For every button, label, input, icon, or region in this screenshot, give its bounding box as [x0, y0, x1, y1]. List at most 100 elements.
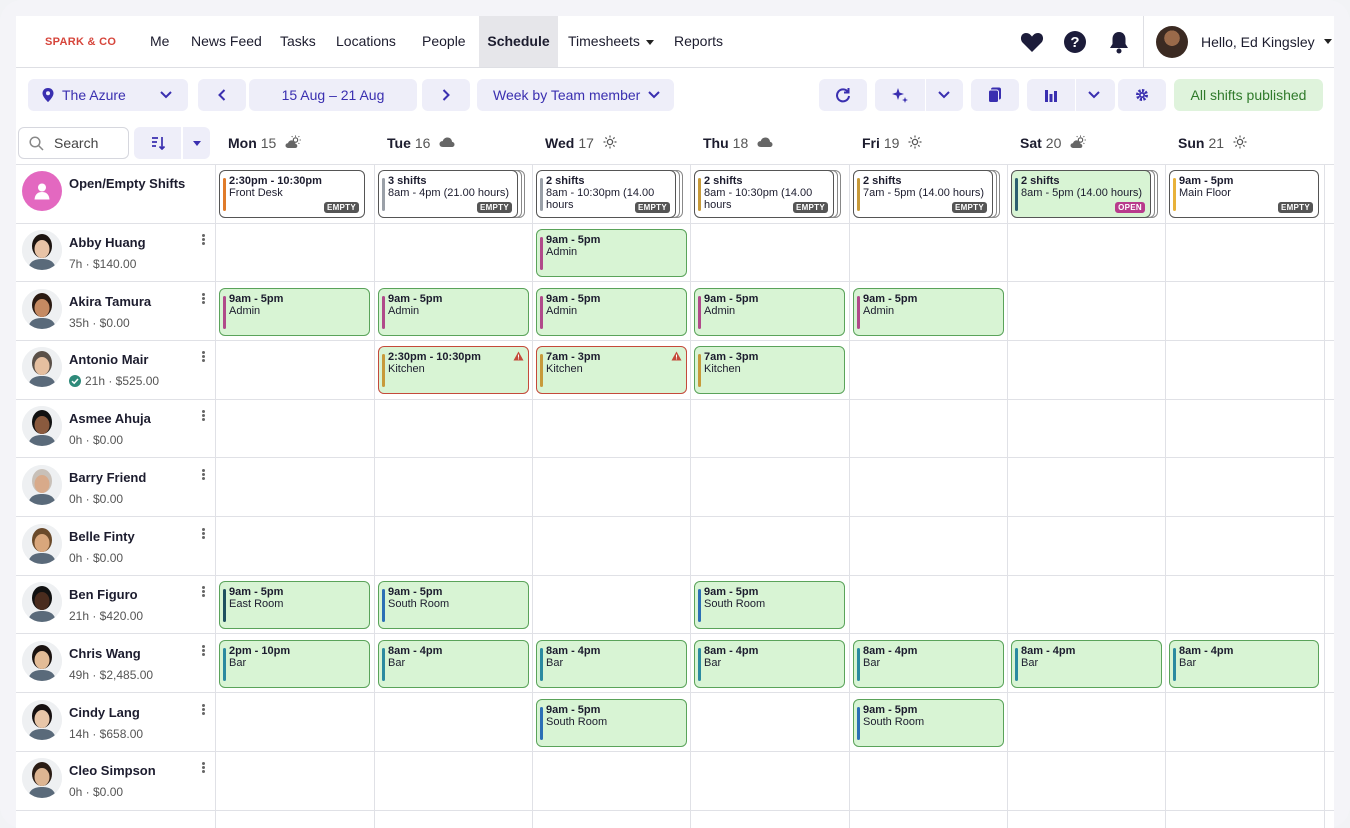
open-shift-card[interactable]: 2 shifts 8am - 10:30pm (14.00 hours EMPTY [536, 170, 676, 218]
date-range[interactable]: 15 Aug – 21 Aug [249, 79, 417, 111]
more-options-icon[interactable] [198, 761, 208, 777]
shift-card[interactable]: 9am - 5pm Admin [694, 288, 845, 336]
more-options-icon[interactable] [198, 527, 208, 543]
stats-button[interactable] [1027, 79, 1115, 111]
shift-time: 7am - 3pm [704, 351, 759, 363]
shift-card[interactable]: 8am - 4pm Bar [1169, 640, 1319, 688]
shift-card[interactable]: 9am - 5pm Admin [536, 229, 687, 277]
open-shift-card[interactable]: 2 shifts 8am - 5pm (14.00 hours) OPEN [1011, 170, 1151, 218]
shift-card[interactable]: 9am - 5pm South Room [378, 581, 529, 629]
shift-card[interactable]: 9am - 5pm South Room [694, 581, 845, 629]
warning-icon[interactable] [671, 351, 682, 364]
shift-card[interactable]: 9am - 5pm Admin [536, 288, 687, 336]
more-options-icon[interactable] [198, 585, 208, 601]
publish-status-badge[interactable]: All shifts published [1174, 79, 1323, 111]
nav-schedule[interactable]: Schedule [479, 16, 558, 67]
nav-news-feed[interactable]: News Feed [181, 16, 272, 67]
grid-line [1165, 164, 1166, 828]
day-header-fri[interactable]: Fri 19 [862, 128, 922, 158]
auto-schedule-button[interactable] [875, 79, 963, 111]
shift-card[interactable]: 9am - 5pm Admin [378, 288, 529, 336]
shift-card[interactable]: 9am - 5pm South Room [853, 699, 1004, 747]
shift-time: 9am - 5pm [704, 293, 759, 305]
sort-options-button[interactable] [183, 127, 210, 159]
more-options-icon[interactable] [198, 233, 208, 249]
nav-tasks[interactable]: Tasks [270, 16, 326, 67]
more-options-icon[interactable] [198, 468, 208, 484]
member-name: Abby Huang [69, 235, 146, 250]
prev-week-button[interactable] [198, 79, 246, 111]
chevron-down-icon [1323, 39, 1332, 44]
team-member-row[interactable]: Barry Friend 0h · $0.00 [16, 458, 215, 516]
day-header-sun[interactable]: Sun 21 [1178, 128, 1247, 158]
warning-icon[interactable] [513, 351, 524, 364]
shift-time: 9am - 5pm [229, 293, 284, 305]
team-member-row[interactable]: Cleo Simpson 0h · $0.00 [16, 751, 215, 809]
more-options-icon[interactable] [198, 409, 208, 425]
open-shift-card[interactable]: 9am - 5pm Main Floor EMPTY [1169, 170, 1319, 218]
chevron-down-icon [192, 140, 201, 146]
avatar [22, 406, 62, 446]
open-shift-card[interactable]: 3 shifts 8am - 4pm (21.00 hours) EMPTY [378, 170, 518, 218]
heart-icon[interactable] [1019, 30, 1045, 54]
settings-button[interactable] [1118, 79, 1166, 111]
team-member-row[interactable]: Belle Finty 0h · $0.00 [16, 517, 215, 575]
sort-button[interactable] [134, 127, 181, 159]
team-member-row[interactable]: Chris Wang 49h · $2,485.00 [16, 634, 215, 692]
next-week-button[interactable] [422, 79, 470, 111]
more-options-icon[interactable] [198, 350, 208, 366]
shift-card[interactable]: 9am - 5pm Admin [853, 288, 1004, 336]
nav-me[interactable]: Me [140, 16, 179, 67]
member-hours-cost: 35h · $0.00 [69, 316, 130, 330]
more-options-icon[interactable] [198, 703, 208, 719]
team-member-row[interactable]: Asmee Ahuja 0h · $0.00 [16, 399, 215, 457]
user-menu[interactable]: Hello, Ed Kingsley [1143, 16, 1332, 67]
shift-card[interactable]: 8am - 4pm Bar [378, 640, 529, 688]
day-header-mon[interactable]: Mon 15 [228, 128, 302, 158]
team-member-row[interactable]: Abby Huang 7h · $140.00 [16, 223, 215, 281]
bell-icon[interactable] [1106, 30, 1132, 54]
more-options-icon[interactable] [198, 292, 208, 308]
team-member-row[interactable]: Antonio Mair 21h · $525.00 [16, 340, 215, 398]
shift-card[interactable]: 7am - 3pm Kitchen [536, 346, 687, 394]
shift-card[interactable]: 8am - 4pm Bar [536, 640, 687, 688]
chevron-down-icon [648, 91, 661, 99]
team-member-row[interactable]: Akira Tamura 35h · $0.00 [16, 282, 215, 340]
shift-time: 2 shifts [546, 175, 585, 187]
open-shift-card[interactable]: 2:30pm - 10:30pm Front Desk EMPTY [219, 170, 365, 218]
copy-button[interactable] [971, 79, 1019, 111]
member-meta-text: 49h · $2,485.00 [69, 668, 154, 682]
day-header-tue[interactable]: Tue 16 [387, 128, 455, 158]
nav-reports[interactable]: Reports [664, 16, 733, 67]
team-member-row[interactable]: Ben Figuro 21h · $420.00 [16, 575, 215, 633]
shift-card[interactable]: 9am - 5pm South Room [536, 699, 687, 747]
team-member-row[interactable]: Cindy Lang 14h · $658.00 [16, 693, 215, 751]
day-header-thu[interactable]: Thu 18 [703, 128, 773, 158]
shift-card[interactable]: 9am - 5pm East Room [219, 581, 370, 629]
shift-card[interactable]: 9am - 5pm Admin [219, 288, 370, 336]
day-header-wed[interactable]: Wed 17 [545, 128, 617, 158]
open-shift-card[interactable]: 2 shifts 7am - 5pm (14.00 hours) EMPTY [853, 170, 993, 218]
open-shift-card[interactable]: 2 shifts 8am - 10:30pm (14.00 hours EMPTY [694, 170, 834, 218]
search-input[interactable]: Search [18, 127, 129, 159]
day-number: 16 [414, 135, 431, 151]
shift-card[interactable]: 8am - 4pm Bar [1011, 640, 1162, 688]
shift-card[interactable]: 2pm - 10pm Bar [219, 640, 370, 688]
shift-status-badge: EMPTY [323, 202, 359, 213]
avatar [1156, 25, 1188, 58]
nav-timesheets[interactable]: Timesheets [558, 16, 664, 67]
help-icon[interactable]: ? [1062, 30, 1088, 54]
top-nav: SPARK & CO Me News Feed Tasks Locations … [16, 16, 1334, 68]
refresh-button[interactable] [819, 79, 867, 111]
more-options-icon[interactable] [198, 644, 208, 660]
nav-locations[interactable]: Locations [326, 16, 406, 67]
shift-card[interactable]: 2:30pm - 10:30pm Kitchen [378, 346, 529, 394]
view-select[interactable]: Week by Team member [477, 79, 674, 111]
shift-card[interactable]: 8am - 4pm Bar [853, 640, 1004, 688]
shift-card[interactable]: 8am - 4pm Bar [694, 640, 845, 688]
nav-people[interactable]: People [412, 16, 476, 67]
location-select[interactable]: The Azure [28, 79, 188, 111]
shift-card[interactable]: 7am - 3pm Kitchen [694, 346, 845, 394]
area-color-bar [382, 648, 385, 681]
day-header-sat[interactable]: Sat 20 [1020, 128, 1087, 158]
